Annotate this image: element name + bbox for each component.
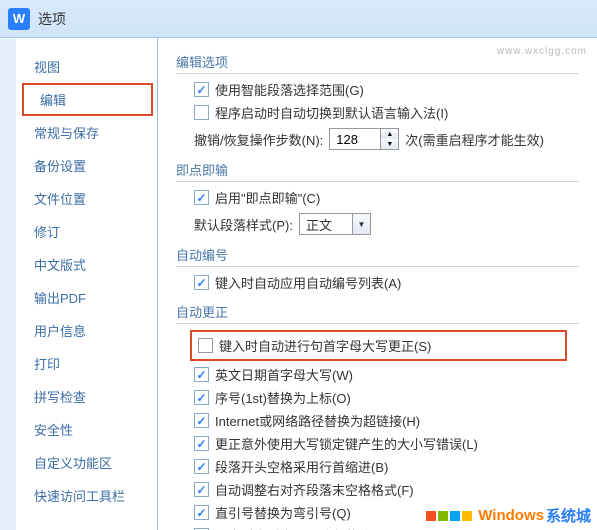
section-title-auto-correct: 自动更正 (176, 302, 579, 324)
label-auto-switch-ime: 程序启动时自动切换到默认语言输入法(I) (215, 103, 448, 122)
checkbox-paragraph-indent[interactable] (194, 459, 209, 474)
checkbox-auto-switch-ime[interactable] (194, 105, 209, 120)
row-center-delete-indent[interactable]: 居中对齐时自动删除段落缩进(E) (194, 526, 579, 530)
sidebar-item-user-info[interactable]: 用户信息 (16, 314, 157, 347)
row-enable-click-type[interactable]: 启用"即点即输"(C) (194, 188, 579, 207)
row-auto-switch-ime[interactable]: 程序启动时自动切换到默认语言输入法(I) (194, 103, 579, 122)
label-center-delete-indent: 居中对齐时自动删除段落缩进(E) (215, 526, 401, 530)
watermark: Windows 系统城 (424, 505, 591, 526)
sidebar-item-chinese-layout[interactable]: 中文版式 (16, 248, 157, 281)
sidebar-item-quick-access[interactable]: 快速访问工具栏 (16, 479, 157, 512)
checkbox-smart-paragraph[interactable] (194, 82, 209, 97)
label-ordinal-superscript: 序号(1st)替换为上标(O) (215, 388, 351, 407)
section-edit-options: 编辑选项 使用智能段落选择范围(G) 程序启动时自动切换到默认语言输入法(I) … (176, 52, 579, 150)
sidebar-item-file-location[interactable]: 文件位置 (16, 182, 157, 215)
sidebar-item-print[interactable]: 打印 (16, 347, 157, 380)
row-paragraph-indent[interactable]: 段落开头空格采用行首缩进(B) (194, 457, 579, 476)
label-cap-weekday: 英文日期首字母大写(W) (215, 365, 353, 384)
label-paragraph-indent: 段落开头空格采用行首缩进(B) (215, 457, 388, 476)
checkbox-ordinal-superscript[interactable] (194, 390, 209, 405)
windows-logo-icon (424, 511, 472, 521)
label-auto-format-blank: 自动调整右对齐段落末空格格式(F) (215, 480, 414, 499)
row-capslock-fix[interactable]: 更正意外使用大写锁定键产生的大小写错误(L) (194, 434, 579, 453)
sidebar-item-spellcheck[interactable]: 拼写检查 (16, 380, 157, 413)
titlebar: W 选项 (0, 0, 597, 38)
label-cap-sentence: 键入时自动进行句首字母大写更正(S) (219, 336, 431, 355)
row-apply-number-list[interactable]: 键入时自动应用自动编号列表(A) (194, 273, 579, 292)
watermark-text-a: Windows (478, 507, 544, 524)
sidebar-item-view[interactable]: 视图 (16, 50, 157, 83)
sidebar-item-custom-ribbon[interactable]: 自定义功能区 (16, 446, 157, 479)
checkbox-auto-format-blank[interactable] (194, 482, 209, 497)
checkbox-cap-sentence[interactable] (198, 338, 213, 353)
section-auto-number: 自动编号 键入时自动应用自动编号列表(A) (176, 245, 579, 292)
section-title-auto-number: 自动编号 (176, 245, 579, 267)
row-ordinal-superscript[interactable]: 序号(1st)替换为上标(O) (194, 388, 579, 407)
undo-spin-down[interactable]: ▼ (381, 139, 398, 149)
sidebar: 视图 编辑 常规与保存 备份设置 文件位置 修订 中文版式 输出PDF 用户信息… (0, 38, 158, 530)
checkbox-apply-number-list[interactable] (194, 275, 209, 290)
row-cap-sentence[interactable]: 键入时自动进行句首字母大写更正(S) (190, 330, 567, 361)
row-undo-steps: 撤销/恢复操作步数(N): ▲ ▼ 次(需重启程序才能生效) (194, 128, 579, 150)
sidebar-item-output-pdf[interactable]: 输出PDF (16, 281, 157, 314)
checkbox-capslock-fix[interactable] (194, 436, 209, 451)
row-internet-hyper[interactable]: Internet或网络路径替换为超链接(H) (194, 411, 579, 430)
undo-input[interactable] (330, 129, 380, 149)
checkbox-enable-click-type[interactable] (194, 190, 209, 205)
undo-spin-up[interactable]: ▲ (381, 129, 398, 139)
app-logo: W (8, 8, 30, 30)
sidebar-item-security[interactable]: 安全性 (16, 413, 157, 446)
label-capslock-fix: 更正意外使用大写锁定键产生的大小写错误(L) (215, 434, 478, 453)
label-undo-suffix: 次(需重启程序才能生效) (405, 130, 544, 149)
label-apply-number-list: 键入时自动应用自动编号列表(A) (215, 273, 401, 292)
row-auto-format-blank[interactable]: 自动调整右对齐段落末空格格式(F) (194, 480, 579, 499)
checkbox-straight-quotes[interactable] (194, 505, 209, 520)
checkbox-cap-weekday[interactable] (194, 367, 209, 382)
sidebar-item-edit[interactable]: 编辑 (22, 83, 153, 116)
section-auto-correct: 自动更正 键入时自动进行句首字母大写更正(S) 英文日期首字母大写(W) 序号(… (176, 302, 579, 530)
label-undo: 撤销/恢复操作步数(N): (194, 130, 323, 149)
label-default-style: 默认段落样式(P): (194, 215, 293, 234)
content-panel: 编辑选项 使用智能段落选择范围(G) 程序启动时自动切换到默认语言输入法(I) … (158, 38, 597, 530)
watermark-url: www.wxclgg.com (497, 46, 587, 57)
label-enable-click-type: 启用"即点即输"(C) (215, 188, 320, 207)
undo-spinner[interactable]: ▲ ▼ (329, 128, 399, 150)
label-smart-paragraph: 使用智能段落选择范围(G) (215, 80, 364, 99)
label-internet-hyper: Internet或网络路径替换为超链接(H) (215, 411, 420, 430)
watermark-text-b: 系统城 (546, 505, 591, 526)
sidebar-item-general-save[interactable]: 常规与保存 (16, 116, 157, 149)
row-smart-paragraph[interactable]: 使用智能段落选择范围(G) (194, 80, 579, 99)
section-click-type: 即点即输 启用"即点即输"(C) 默认段落样式(P): 正文 ▼ (176, 160, 579, 235)
label-straight-quotes: 直引号替换为弯引号(Q) (215, 503, 351, 522)
sidebar-item-backup[interactable]: 备份设置 (16, 149, 157, 182)
sidebar-item-revision[interactable]: 修订 (16, 215, 157, 248)
window-title: 选项 (38, 9, 66, 29)
section-title-click-type: 即点即输 (176, 160, 579, 182)
select-default-style[interactable]: 正文 (299, 213, 371, 235)
row-cap-weekday[interactable]: 英文日期首字母大写(W) (194, 365, 579, 384)
checkbox-internet-hyper[interactable] (194, 413, 209, 428)
row-default-style: 默认段落样式(P): 正文 ▼ (194, 213, 579, 235)
